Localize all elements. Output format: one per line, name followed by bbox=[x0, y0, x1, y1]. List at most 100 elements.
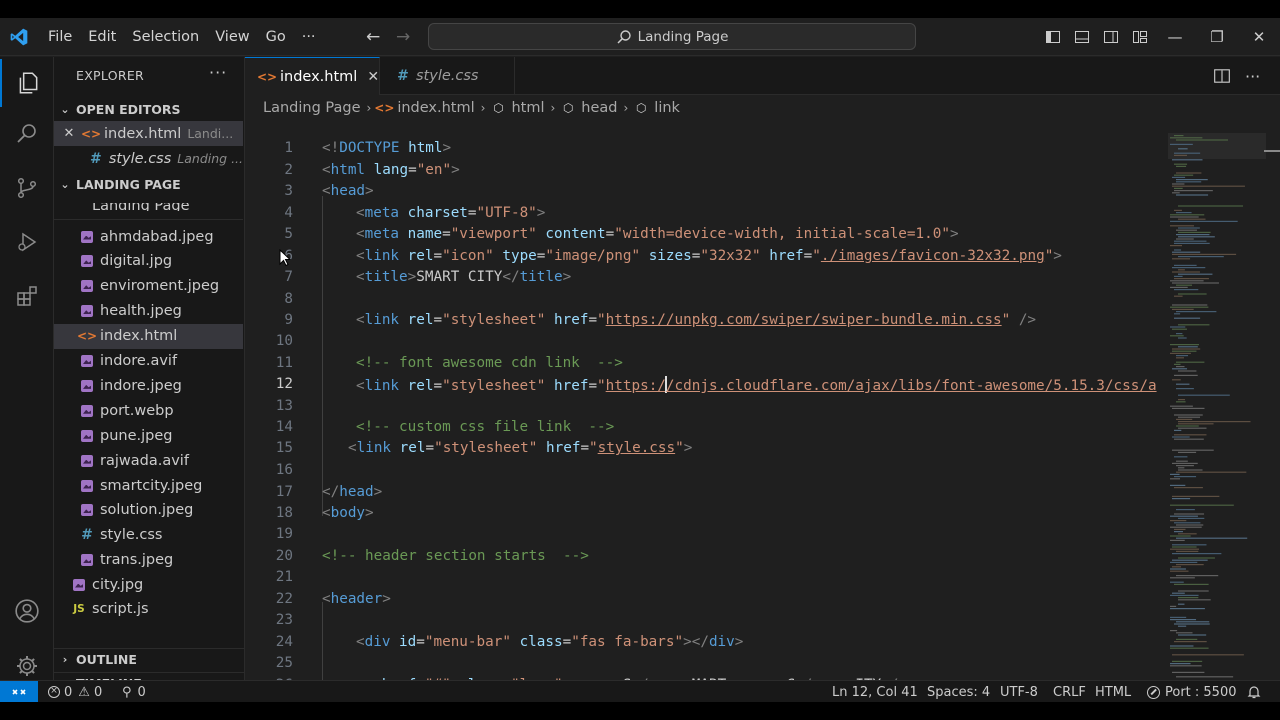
tab-index-html[interactable]: <> index.html ✕ bbox=[245, 57, 380, 95]
file-name: enviroment.jpeg bbox=[100, 278, 220, 295]
line-number: 9 bbox=[284, 312, 293, 328]
file-name: trans.jpeg bbox=[100, 552, 174, 569]
close-tab-icon[interactable]: ✕ bbox=[367, 69, 379, 85]
no-entry-icon bbox=[1147, 685, 1160, 699]
menu-file[interactable]: File bbox=[40, 29, 80, 45]
file-name: health.jpeg bbox=[100, 303, 182, 320]
file-name: indore.avif bbox=[100, 353, 178, 369]
explorer-icon[interactable] bbox=[0, 59, 54, 107]
file-item[interactable]: port.webp bbox=[54, 398, 243, 423]
breadcrumb-head[interactable]: head bbox=[581, 100, 617, 116]
line-number: 12 bbox=[275, 376, 293, 392]
code-editor[interactable]: 1 2 3 4 5 6 7 8 9 10 11 12 13 14 15 16 17 18 19 20 21 22 23 24 2… bbox=[245, 120, 1165, 680]
open-editor-name: style.css bbox=[108, 150, 172, 167]
menu-view[interactable]: View bbox=[207, 29, 257, 45]
menu-selection[interactable]: Selection bbox=[124, 29, 207, 45]
file-name: smartcity.jpeg bbox=[100, 477, 203, 494]
menu-edit[interactable]: Edit bbox=[80, 29, 124, 45]
minimize-icon[interactable]: — bbox=[1154, 18, 1196, 56]
file-item[interactable]: city.jpg bbox=[54, 572, 243, 597]
customize-layout-icon[interactable] bbox=[1125, 18, 1154, 56]
toggle-primary-sidebar-icon[interactable] bbox=[1038, 18, 1067, 56]
file-item[interactable]: ahmdabad.jpeg bbox=[54, 224, 243, 249]
scrollbar-thumb[interactable] bbox=[1264, 150, 1280, 152]
restore-icon[interactable]: ❐ bbox=[1196, 18, 1238, 56]
file-item[interactable]: trans.jpeg bbox=[54, 548, 243, 573]
live-server-port[interactable]: Port : 5500 bbox=[1147, 681, 1237, 702]
editor-tabs: <> index.html ✕ # style.css ··· bbox=[245, 57, 1280, 95]
html-file-icon: <> bbox=[256, 69, 278, 84]
subfolder-item[interactable]: Landing Page bbox=[54, 199, 243, 211]
end-of-line[interactable]: CRLF bbox=[1053, 681, 1086, 702]
file-item[interactable]: solution.jpeg bbox=[54, 498, 243, 523]
breadcrumb-link[interactable]: link bbox=[654, 100, 680, 116]
file-item[interactable]: pune.jpeg bbox=[54, 423, 243, 448]
breadcrumb-file[interactable]: index.html bbox=[397, 100, 474, 116]
source-control-icon[interactable] bbox=[0, 164, 54, 212]
toggle-panel-icon[interactable] bbox=[1067, 18, 1096, 56]
open-editor-hint: Landi... bbox=[187, 126, 234, 141]
tab-style-css[interactable]: # style.css bbox=[380, 57, 515, 95]
close-icon[interactable]: ✕ bbox=[1238, 18, 1280, 56]
breadcrumb-folder[interactable]: Landing Page bbox=[263, 100, 361, 116]
js-file-icon: JS bbox=[73, 603, 85, 615]
toggle-secondary-sidebar-icon[interactable] bbox=[1096, 18, 1125, 56]
file-item[interactable]: health.jpeg bbox=[54, 299, 243, 324]
ports-indicator[interactable]: ⚲ 0 bbox=[122, 681, 146, 702]
image-file-icon bbox=[80, 479, 94, 493]
menu-more[interactable]: ··· bbox=[294, 29, 324, 45]
file-item[interactable]: rajwada.avif bbox=[54, 448, 243, 473]
code-line: <body> bbox=[322, 505, 374, 521]
open-editors-section[interactable]: ⌄ OPEN EDITORS bbox=[54, 98, 245, 120]
line-number: 1 bbox=[284, 140, 293, 156]
open-editor-item[interactable]: ✕ <> index.html Landi... bbox=[54, 121, 243, 146]
remote-indicator-icon[interactable] bbox=[0, 681, 38, 702]
file-item[interactable]: indore.jpeg bbox=[54, 373, 243, 398]
cursor-position[interactable]: Ln 12, Col 41 bbox=[832, 681, 918, 702]
explorer-title: EXPLORER bbox=[76, 68, 145, 83]
status-bar: × 0 ⚠ 0 ⚲ 0 Ln 12, Col 41 Spaces: 4 UTF-… bbox=[0, 680, 1280, 702]
indentation[interactable]: Spaces: 4 bbox=[927, 681, 990, 702]
element-icon: ⬡ bbox=[493, 101, 504, 115]
image-file-icon bbox=[80, 379, 94, 393]
close-editor-icon[interactable]: ✕ bbox=[54, 126, 84, 141]
back-arrow-icon[interactable]: ← bbox=[366, 27, 380, 47]
file-item[interactable]: JS script.js bbox=[54, 597, 243, 622]
file-name: style.css bbox=[100, 527, 163, 544]
chevron-down-icon: ⌄ bbox=[60, 177, 70, 191]
explorer-more-icon[interactable]: ··· bbox=[209, 63, 227, 82]
open-editor-item[interactable]: # style.css Landing ... bbox=[54, 146, 243, 171]
minimap[interactable] bbox=[1168, 133, 1266, 678]
breadcrumb-html[interactable]: html bbox=[511, 100, 544, 116]
file-item[interactable]: digital.jpg bbox=[54, 249, 243, 274]
outline-label: OUTLINE bbox=[76, 652, 137, 667]
notifications-bell-icon[interactable] bbox=[1247, 681, 1261, 702]
outline-section[interactable]: › OUTLINE bbox=[54, 648, 245, 670]
vscode-window: File Edit Selection View Go ··· ← → Land… bbox=[0, 18, 1280, 702]
file-item[interactable]: enviroment.jpeg bbox=[54, 274, 243, 299]
code-line: <header> bbox=[322, 591, 391, 607]
split-editor-icon[interactable] bbox=[1213, 57, 1231, 95]
forward-arrow-icon[interactable]: → bbox=[396, 27, 410, 47]
menu-go[interactable]: Go bbox=[258, 29, 294, 45]
file-item[interactable]: <> index.html bbox=[54, 323, 243, 349]
image-file-icon bbox=[72, 578, 86, 592]
css-file-icon: # bbox=[397, 68, 409, 84]
folder-section[interactable]: ⌄ LANDING PAGE bbox=[54, 173, 245, 195]
search-icon[interactable] bbox=[0, 110, 54, 158]
encoding[interactable]: UTF-8 bbox=[1000, 681, 1038, 702]
command-center[interactable]: Landing Page bbox=[428, 23, 916, 50]
extensions-icon[interactable] bbox=[0, 272, 54, 320]
account-icon[interactable] bbox=[0, 587, 54, 635]
file-name: rajwada.avif bbox=[100, 452, 189, 469]
line-number: 3 bbox=[284, 183, 293, 199]
editor-more-icon[interactable]: ··· bbox=[1245, 57, 1260, 95]
run-debug-icon[interactable] bbox=[0, 218, 54, 266]
language-mode[interactable]: HTML bbox=[1095, 681, 1131, 702]
file-item[interactable]: indore.avif bbox=[54, 349, 243, 374]
folder-label: LANDING PAGE bbox=[76, 176, 181, 192]
file-item[interactable]: # style.css bbox=[54, 523, 243, 548]
chevron-right-icon: › bbox=[550, 101, 556, 115]
problems-indicator[interactable]: × 0 ⚠ 0 bbox=[48, 681, 102, 702]
file-item[interactable]: smartcity.jpeg bbox=[54, 473, 243, 498]
